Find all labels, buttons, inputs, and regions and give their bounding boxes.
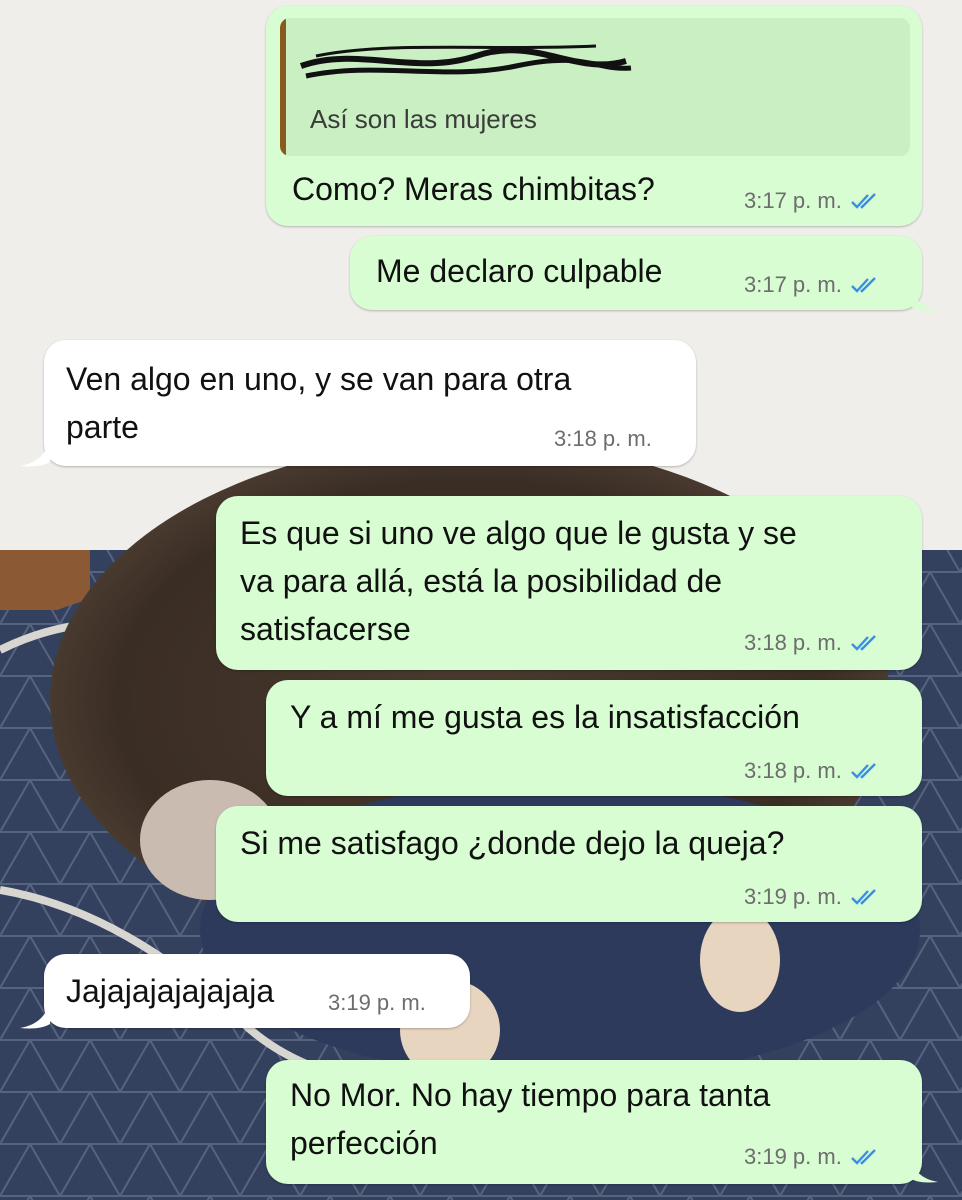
bubble-tail <box>20 440 50 467</box>
message-bubble-outgoing[interactable]: Y a mí me gusta es la insatisfacción 3:1… <box>266 680 922 796</box>
message-bubble-outgoing[interactable]: Es que si uno ve algo que le gusta y se … <box>216 496 922 670</box>
timestamp-text: 3:18 p. m. <box>554 426 652 451</box>
bubble-tail <box>20 1002 50 1029</box>
message-timestamp: 3:18 p. m. <box>744 630 880 656</box>
message-text: Como? Meras chimbitas? <box>292 171 655 207</box>
message-text: satisfacerse <box>240 611 411 647</box>
message-text: No Mor. No hay tiempo para tanta <box>290 1077 771 1113</box>
quoted-message[interactable]: Así son las mujeres <box>280 18 910 156</box>
timestamp-text: 3:18 p. m. <box>744 758 842 783</box>
message-text: parte <box>66 409 139 445</box>
message-bubble-incoming[interactable]: Ven algo en uno, y se van para otra part… <box>44 340 696 466</box>
message-bubble-outgoing[interactable]: Así son las mujeres Como? Meras chimbita… <box>266 6 922 226</box>
bubble-tail <box>910 284 938 311</box>
double-check-icon <box>850 889 876 905</box>
timestamp-text: 3:19 p. m. <box>744 1144 842 1169</box>
message-text: Ven algo en uno, y se van para otra <box>66 361 572 397</box>
timestamp-text: 3:19 p. m. <box>328 990 426 1015</box>
message-bubble-incoming[interactable]: Jajajajajajajaja 3:19 p. m. <box>44 954 470 1028</box>
double-check-icon <box>850 277 876 293</box>
message-timestamp: 3:19 p. m. <box>744 1144 880 1170</box>
timestamp-text: 3:17 p. m. <box>744 272 842 297</box>
message-text: Si me satisfago ¿donde dejo la queja? <box>240 825 785 861</box>
double-check-icon <box>850 193 876 209</box>
message-text: perfección <box>290 1125 438 1161</box>
message-text: va para allá, está la posibilidad de <box>240 563 723 599</box>
message-timestamp: 3:19 p. m. <box>744 884 880 910</box>
message-bubble-outgoing[interactable]: No Mor. No hay tiempo para tanta perfecc… <box>266 1060 922 1184</box>
timestamp-text: 3:17 p. m. <box>744 188 842 213</box>
message-text: Es que si uno ve algo que le gusta y se <box>240 515 797 551</box>
message-timestamp: 3:18 p. m. <box>744 758 880 784</box>
quoted-message-text: Así son las mujeres <box>310 104 537 134</box>
double-check-icon <box>850 635 876 651</box>
message-bubble-outgoing[interactable]: Me declaro culpable 3:17 p. m. <box>350 236 922 310</box>
message-text: Y a mí me gusta es la insatisfacción <box>290 699 800 735</box>
double-check-icon <box>850 763 876 779</box>
timestamp-text: 3:19 p. m. <box>744 884 842 909</box>
message-timestamp: 3:17 p. m. <box>744 188 880 214</box>
message-bubble-outgoing[interactable]: Si me satisfago ¿donde dejo la queja? 3:… <box>216 806 922 922</box>
message-text: Me declaro culpable <box>376 253 663 289</box>
redacted-author-scribble <box>299 44 632 79</box>
message-timestamp: 3:19 p. m. <box>328 990 426 1016</box>
double-check-icon <box>850 1149 876 1165</box>
quote-accent-bar <box>280 18 286 156</box>
message-text: Jajajajajajajaja <box>66 973 275 1009</box>
message-timestamp: 3:18 p. m. <box>554 426 652 452</box>
message-timestamp: 3:17 p. m. <box>744 272 880 298</box>
bubble-tail <box>910 1156 938 1183</box>
timestamp-text: 3:18 p. m. <box>744 630 842 655</box>
